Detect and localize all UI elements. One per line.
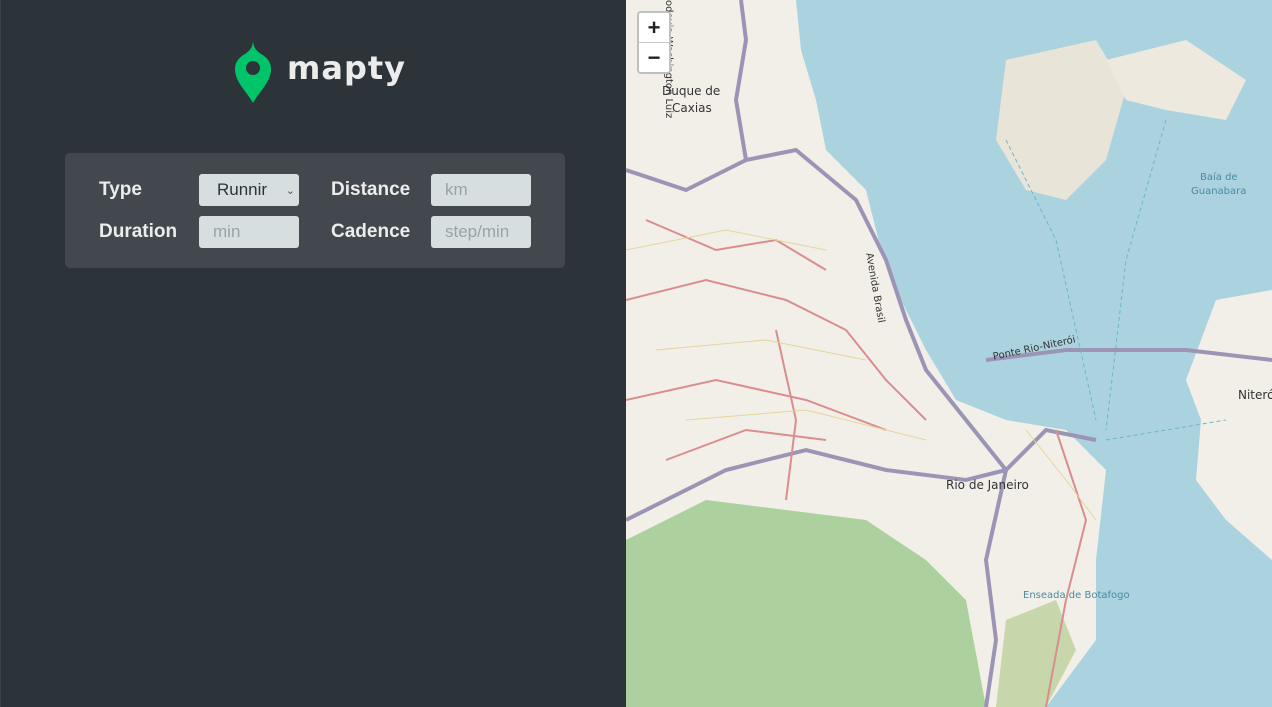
zoom-control: + − xyxy=(637,11,671,74)
cadence-label: Cadence xyxy=(331,221,411,242)
map-label-caxias: Caxias xyxy=(672,101,712,115)
zoom-out-button[interactable]: − xyxy=(639,43,669,72)
type-select[interactable]: Runnir ⌄ xyxy=(199,174,299,206)
form-row-1: Type Runnir ⌄ Distance km xyxy=(99,174,531,206)
map-label-rio: Rio de Janeiro xyxy=(946,478,1029,492)
type-select-value: Runnir xyxy=(217,180,268,199)
duration-input[interactable]: min xyxy=(199,216,299,248)
app-name: mapty xyxy=(287,49,406,87)
cadence-input[interactable]: step/min xyxy=(431,216,531,248)
map-tiles xyxy=(626,0,1272,707)
map-pin-icon xyxy=(235,40,271,103)
distance-label: Distance xyxy=(331,179,411,200)
workout-form: Type Runnir ⌄ Distance km Duration min C… xyxy=(65,153,565,268)
form-row-2: Duration min Cadence step/min xyxy=(99,216,531,248)
zoom-in-button[interactable]: + xyxy=(639,13,669,43)
chevron-down-icon: ⌄ xyxy=(285,184,295,197)
map-label-niteroi: Niterói xyxy=(1238,388,1272,402)
map[interactable]: Duque de Caxias odovia Washington Luiz A… xyxy=(626,0,1272,707)
duration-label: Duration xyxy=(99,221,178,242)
type-label: Type xyxy=(99,179,142,200)
map-label-baia-2: Guanabara xyxy=(1191,186,1247,197)
map-label-baia-1: Baía de xyxy=(1200,172,1238,183)
sidebar: mapty Type Runnir ⌄ Distance km Duration… xyxy=(0,0,626,707)
map-label-enseada: Enseada de Botafogo xyxy=(1023,590,1130,601)
distance-input[interactable]: km xyxy=(431,174,531,206)
app-logo: mapty xyxy=(233,38,406,104)
